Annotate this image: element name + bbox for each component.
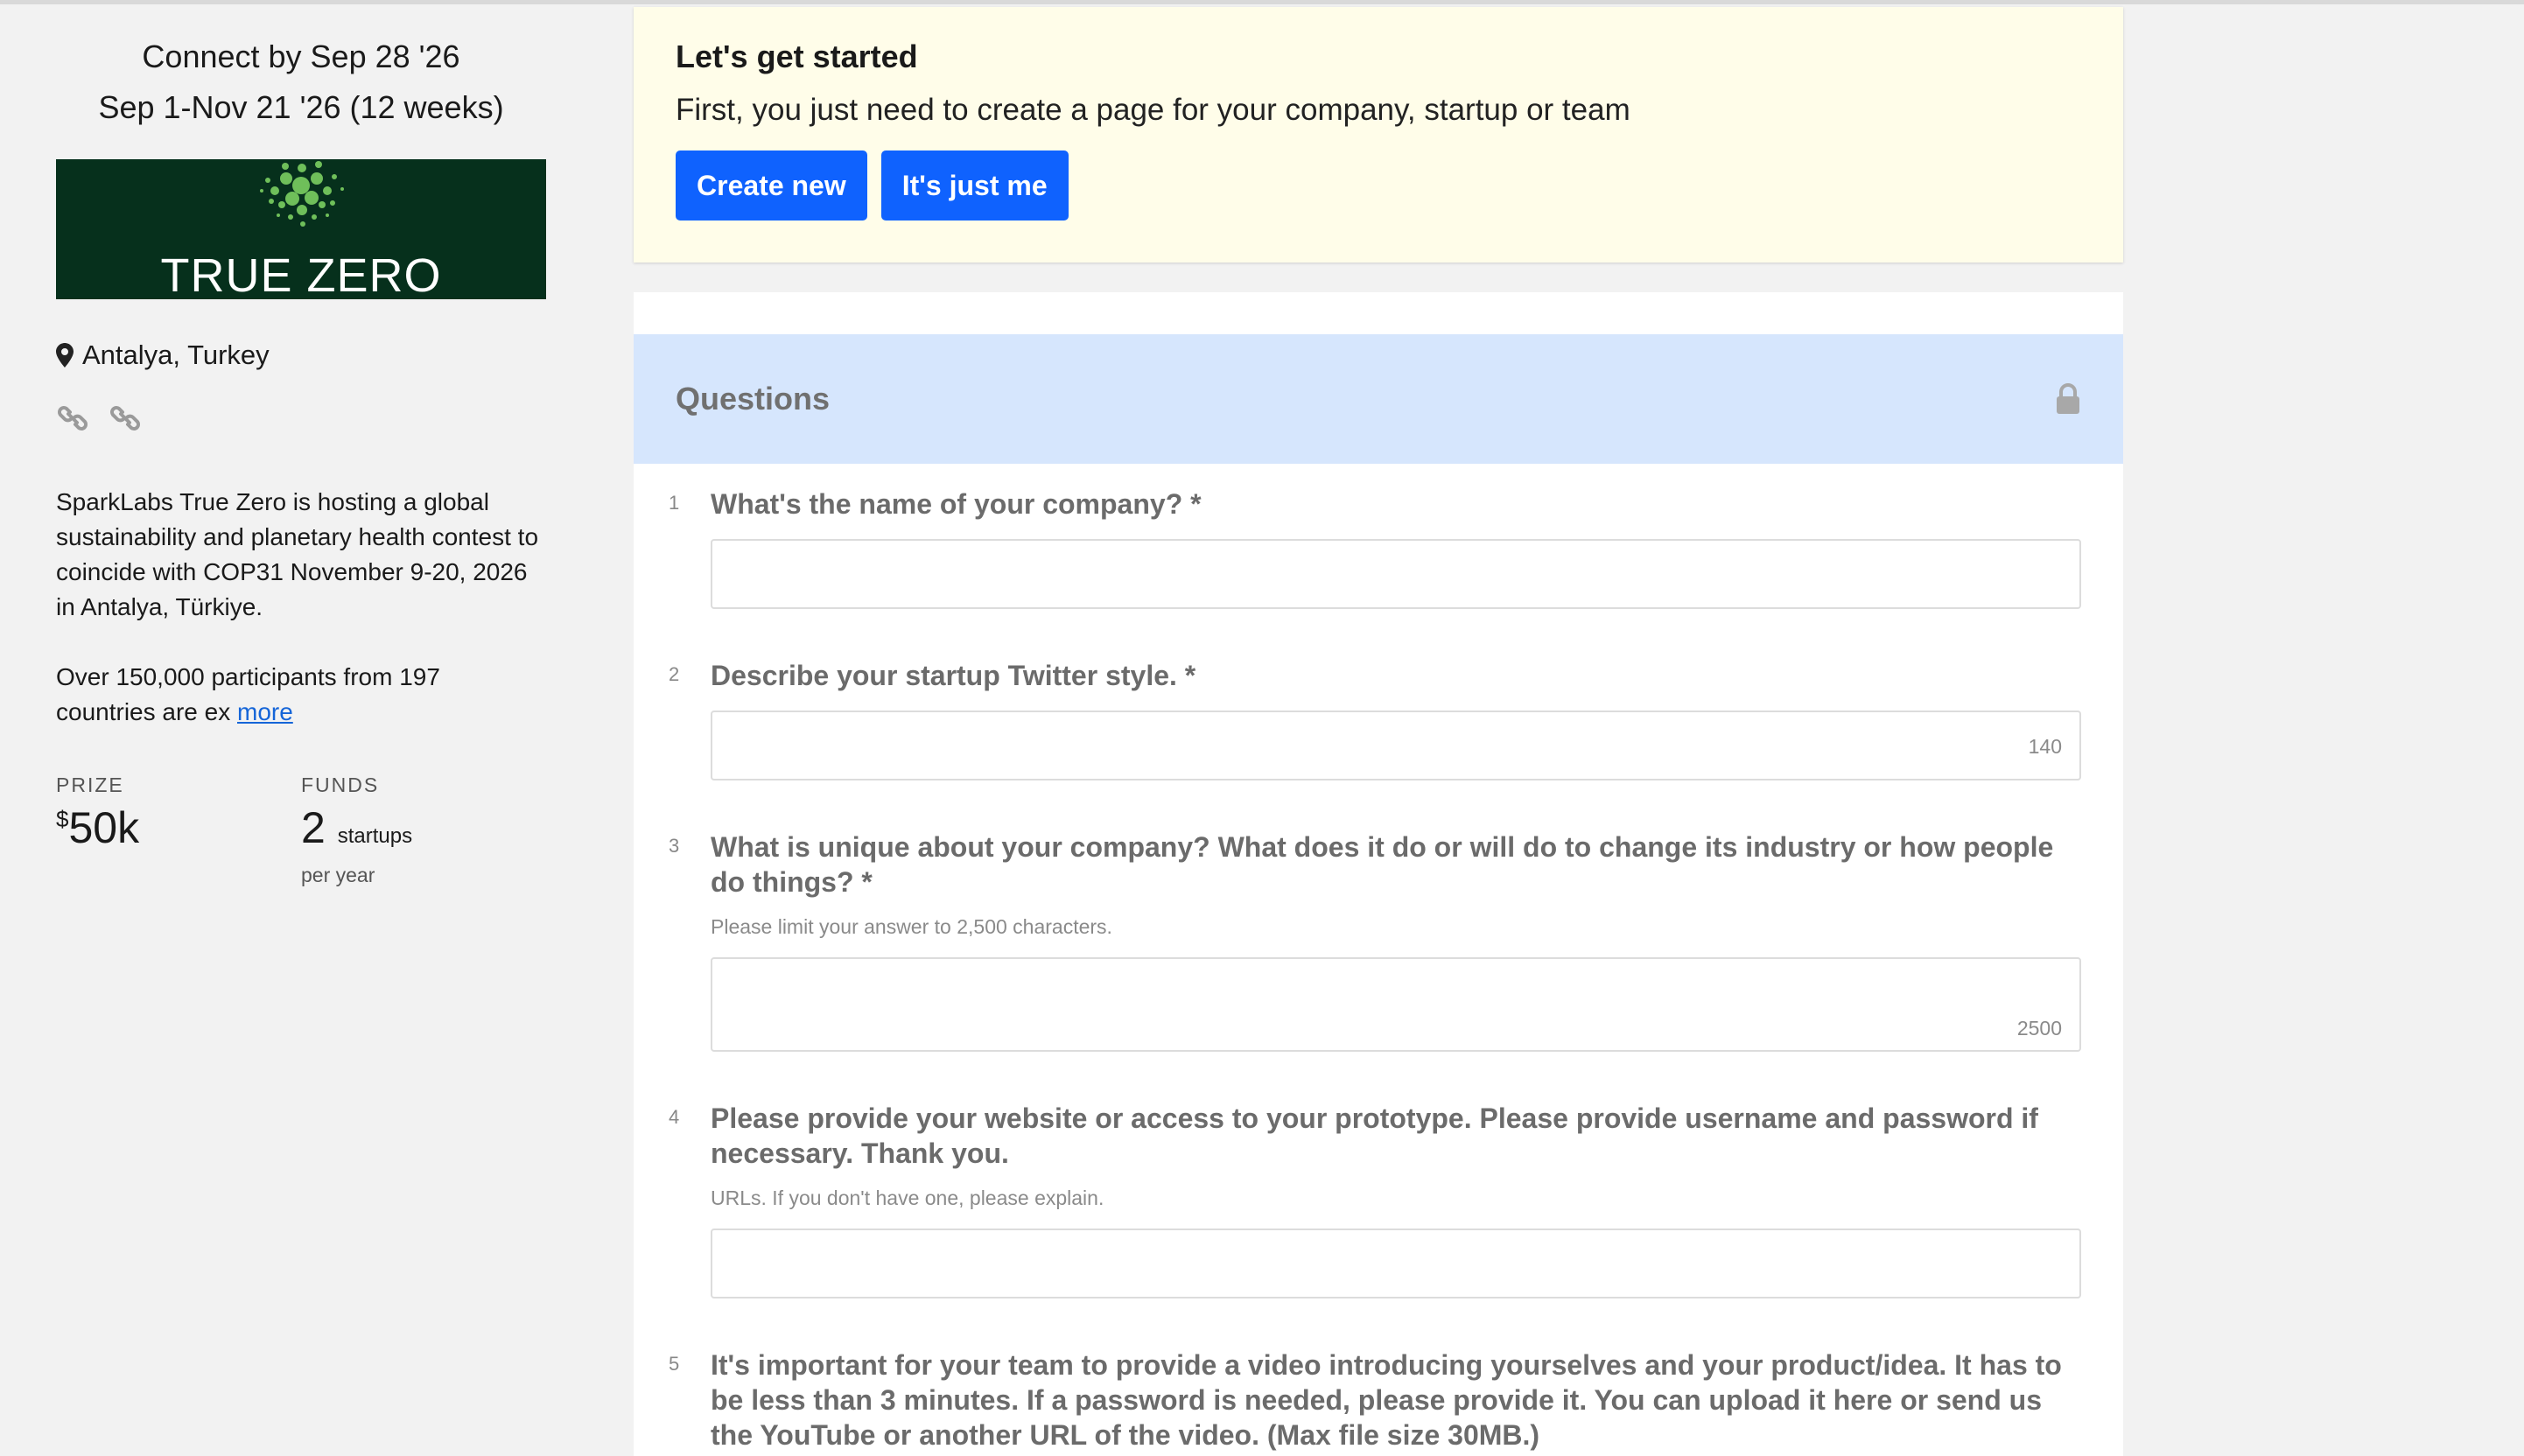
create-new-button[interactable]: Create new [676, 150, 867, 220]
question-number: 5 [669, 1353, 680, 1375]
question-text: What's the name of your company? * [711, 488, 1202, 520]
prize-label: PRIZE [56, 774, 124, 796]
connect-deadline: Connect by Sep 28 '26 [142, 38, 460, 74]
question-text: Please provide your website or access to… [711, 1102, 2038, 1169]
map-pin-icon [56, 343, 74, 368]
get-started-actions: Create new It's just me [676, 150, 2081, 220]
prize-currency: $ [56, 806, 69, 832]
top-border [0, 0, 2524, 4]
banner-logo-text: TRUE ZERO [160, 249, 442, 299]
application-main: Let's get started First, you just need t… [634, 7, 2123, 1456]
funds-label: FUNDS [301, 774, 380, 796]
question-number: 2 [669, 663, 680, 685]
funds-count: 2 [301, 803, 326, 852]
program-stats: PRIZE $50k FUNDS 2 startups per year [56, 774, 546, 887]
question-number: 3 [669, 835, 680, 857]
website-prototype-input[interactable] [711, 1228, 2081, 1298]
unique-company-textarea[interactable] [711, 957, 2081, 1052]
funds-unit: startups [337, 824, 413, 848]
lock-icon [2057, 383, 2079, 414]
external-links [56, 401, 546, 436]
question-help: URLs. If you don't have one, please expl… [711, 1186, 1104, 1209]
funds-period: per year [301, 864, 375, 886]
char-limit-counter: 2500 [2016, 1017, 2062, 1040]
question-text: It's important for your team to provide … [711, 1349, 2062, 1451]
its-just-me-button[interactable]: It's just me [880, 150, 1069, 220]
questions-title: Questions [676, 381, 831, 416]
get-started-title: Let's get started [676, 38, 918, 74]
get-started-panel: Let's get started First, you just need t… [634, 7, 2123, 262]
more-link[interactable]: more [237, 698, 293, 725]
link-icon[interactable] [56, 402, 89, 435]
program-description: SparkLabs True Zero is hosting a global … [56, 485, 546, 730]
description-paragraph: SparkLabs True Zero is hosting a global … [56, 488, 539, 620]
questions-header: Questions [634, 334, 2123, 464]
questions-form: Questions 1 What's the name of your comp… [634, 292, 2123, 1456]
question-number: 1 [669, 492, 680, 514]
funds-stat: FUNDS 2 startups per year [301, 774, 546, 887]
location-text: Antalya, Turkey [82, 340, 270, 370]
program-sidebar: Connect by Sep 28 '26 Sep 1-Nov 21 '26 (… [56, 32, 546, 887]
char-limit-counter: 140 [2028, 735, 2062, 758]
description-paragraph-truncated: Over 150,000 participants from 197 count… [56, 660, 546, 730]
prize-amount: 50k [68, 803, 140, 852]
twitter-style-input[interactable] [711, 710, 2081, 780]
question-help: Please limit your answer to 2,500 charac… [711, 915, 1112, 938]
program-dates: Sep 1-Nov 21 '26 (12 weeks) [98, 89, 504, 125]
question-text: Describe your startup Twitter style. * [711, 660, 1196, 691]
location: Antalya, Turkey [56, 340, 546, 371]
question-text: What is unique about your company? What … [711, 831, 2054, 898]
question-number: 4 [669, 1106, 680, 1128]
prize-value: $50k [56, 804, 301, 851]
program-logo-banner: TRUE ZERO [56, 159, 546, 299]
company-name-input[interactable] [711, 539, 2081, 609]
link-icon[interactable] [109, 402, 142, 435]
get-started-text: First, you just need to create a page fo… [676, 93, 1630, 127]
funds-value: 2 startups [301, 804, 546, 860]
prize-stat: PRIZE $50k [56, 774, 301, 887]
